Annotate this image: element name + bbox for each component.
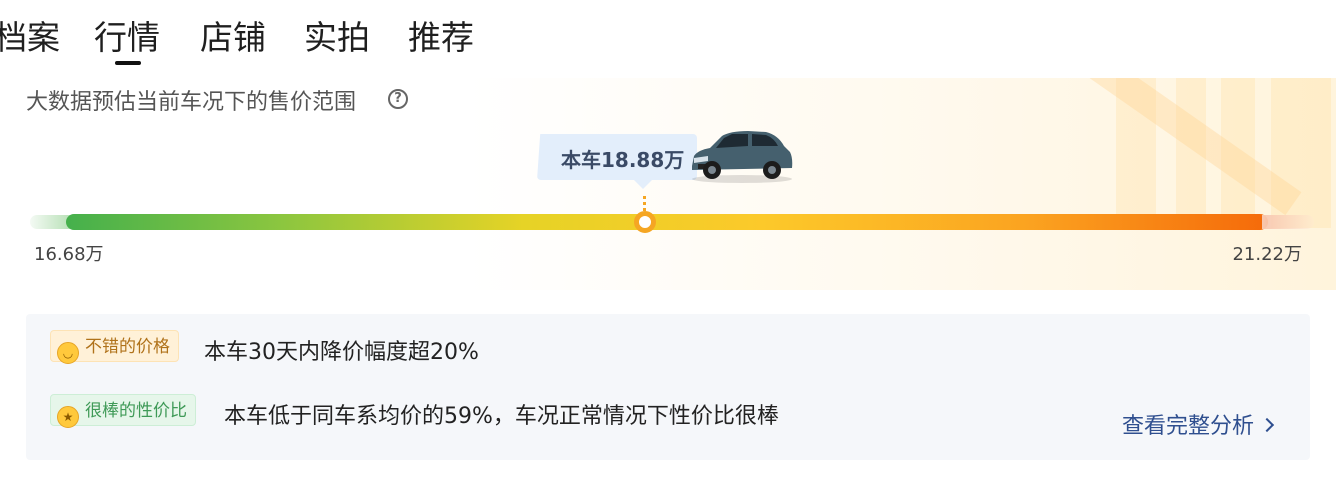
tab-market[interactable]: 行情 bbox=[94, 16, 160, 60]
tab-store[interactable]: 店铺 bbox=[200, 16, 266, 60]
question-circle-icon[interactable]: ? bbox=[388, 89, 408, 109]
price-estimate-panel: 大数据预估当前车况下的售价范围 ? 本车18.88万 16.68万 21.22万 bbox=[0, 78, 1336, 290]
price-range-bar bbox=[66, 214, 1268, 230]
price-bar-left-fade bbox=[30, 215, 70, 229]
tab-recommend[interactable]: 推荐 bbox=[408, 16, 474, 60]
good-price-tag-label: 不错的价格 bbox=[85, 337, 170, 357]
star-eyes-emoji-icon: ★ bbox=[57, 406, 79, 428]
tab-photos[interactable]: 实拍 bbox=[304, 16, 370, 60]
max-price-label: 21.22万 bbox=[1232, 244, 1302, 265]
active-tab-indicator bbox=[115, 61, 141, 65]
price-bar-right-fade bbox=[1262, 215, 1314, 229]
estimate-title: 大数据预估当前车况下的售价范围 bbox=[26, 90, 357, 115]
good-price-tag: ◡ 不错的价格 bbox=[50, 330, 179, 364]
background-decoration bbox=[816, 78, 1336, 228]
price-drop-description: 本车30天内降价幅度超20% bbox=[204, 340, 479, 365]
view-full-analysis-link[interactable]: 查看完整分析 bbox=[1122, 408, 1275, 440]
view-full-analysis-label: 查看完整分析 bbox=[1122, 414, 1255, 439]
current-price-marker bbox=[634, 211, 656, 233]
min-price-label: 16.68万 bbox=[34, 244, 104, 265]
current-price-label: 本车18.88万 bbox=[561, 148, 685, 172]
great-value-tag-label: 很棒的性价比 bbox=[85, 401, 187, 421]
marker-dotted-line bbox=[643, 196, 646, 212]
smile-emoji-icon: ◡ bbox=[57, 342, 79, 364]
tab-archive[interactable]: 档案 bbox=[0, 16, 60, 60]
car-thumbnail-icon bbox=[692, 131, 793, 183]
price-analysis-card: ◡ 不错的价格 本车30天内降价幅度超20% ★ 很棒的性价比 本车低于同车系均价的… bbox=[26, 314, 1310, 460]
chevron-right-icon bbox=[1259, 417, 1275, 433]
tab-bar: 档案 行情 店铺 实拍 推荐 bbox=[0, 0, 1336, 70]
bubble-tail bbox=[634, 180, 652, 189]
great-value-tag: ★ 很棒的性价比 bbox=[50, 394, 196, 428]
value-description: 本车低于同车系均价的59%，车况正常情况下性价比很棒 bbox=[224, 404, 779, 429]
